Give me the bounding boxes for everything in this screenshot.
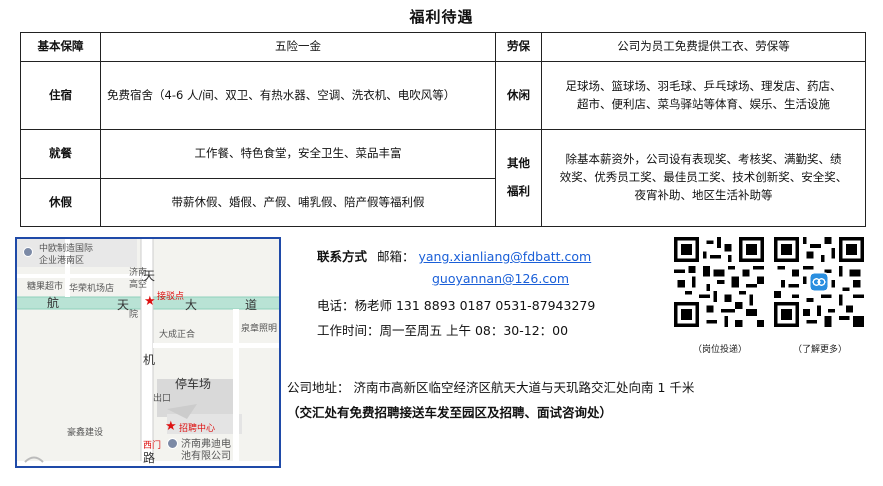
page-title: 福利待遇 xyxy=(409,8,474,26)
phone-text: 电话：杨老师 131 8893 0187 0531-87943279 xyxy=(317,298,596,313)
email-label: 邮箱： xyxy=(377,249,415,264)
map-label-parking: 停车场 xyxy=(175,377,212,391)
map-label-pickup: 接驳点 xyxy=(157,292,185,302)
map-label-haoyi: 豪鑫建设 xyxy=(67,428,104,438)
map-label-quanzhi: 泉章照明 xyxy=(241,324,278,334)
location-map[interactable]: 中欧制造国际 企业港南区 糖果超市 华荣机场店 航 天 大 道 天 机 路 济南… xyxy=(15,237,281,468)
map-label-zone2: 企业港南区 xyxy=(39,256,85,266)
cell-housing-value: 免费宿舍（4-6 人/间、双卫、有热水器、空调、洗衣机、电吹风等） xyxy=(100,61,496,130)
compass-icon xyxy=(24,456,44,463)
cell-leave-label: 休假 xyxy=(20,178,101,227)
map-road-da: 大 xyxy=(185,298,198,312)
map-label-company2: 池有限公司 xyxy=(181,451,231,462)
map-label-kong: 高空 xyxy=(129,280,148,290)
pickup-marker-icon: ★ xyxy=(144,294,156,309)
email-link-1[interactable]: yang.xianliang@fdbatt.com xyxy=(419,249,592,264)
map-road-tian: 天 xyxy=(117,298,130,312)
map-label-yuan: 院 xyxy=(129,310,139,320)
leisure-line-1: 足球场、篮球场、羽毛球、乒乓球场、理发店、药店、 xyxy=(565,78,842,93)
cell-labor-label: 劳保 xyxy=(495,32,542,62)
map-road-lu: 路 xyxy=(143,451,156,465)
recruit-marker-icon: ★ xyxy=(165,419,177,434)
leisure-line-2: 超市、便利店、菜鸟驿站等体育、娱乐、生活设施 xyxy=(577,96,830,111)
cell-other-value: 除基本薪资外，公司设有表现奖、考核奖、满勤奖、绩 效奖、优秀员工奖、最佳员工奖、… xyxy=(541,129,866,227)
company-pin-icon xyxy=(167,438,178,449)
other-line-2: 效奖、优秀员工奖、最佳员工奖、技术创新奖、安全奖、 xyxy=(559,170,848,185)
map-label-supermarket: 糖果超市 xyxy=(27,282,64,292)
other-label-2: 福利 xyxy=(507,184,530,198)
map-label-dacheng: 大成正合 xyxy=(159,330,196,340)
map-label-exit: 出口 xyxy=(153,394,172,404)
email-link-2[interactable]: guoyannan@126.com xyxy=(432,271,569,286)
cell-basic-value: 五险一金 xyxy=(100,32,496,62)
qr-caption-apply: （岗位投递） xyxy=(693,345,748,355)
cell-leisure-value: 足球场、篮球场、羽毛球、乒乓球场、理发店、药店、 超市、便利店、菜鸟驿站等体育、… xyxy=(541,61,866,130)
other-line-3: 夜宵补助、地区生活补助等 xyxy=(634,187,773,202)
welfare-table: 基本保障 五险一金 劳保 公司为员工免费提供工衣、劳保等 住宿 免费宿舍（4-6… xyxy=(20,32,866,227)
shuttle-note: （交汇处有免费招聘接送车发至园区及招聘、面试咨询处） xyxy=(287,405,613,420)
map-road-ji: 机 xyxy=(143,353,156,367)
cell-basic-label: 基本保障 xyxy=(20,32,101,62)
poi-pin xyxy=(23,247,33,257)
email-row-2: guoyannan@126.com xyxy=(432,271,569,286)
cell-leave-value: 带薪休假、婚假、产假、哺乳假、陪产假等福利假 xyxy=(100,178,496,227)
contact-label: 联系方式 xyxy=(317,249,368,264)
email-row: 联系方式 邮箱： yang.xianliang@fdbatt.com xyxy=(317,246,591,265)
qr-caption-more: （了解更多） xyxy=(793,345,848,355)
map-road-hang: 航 xyxy=(47,296,60,310)
other-line-1: 除基本薪资外，公司设有表现奖、考核奖、满勤奖、绩 xyxy=(565,152,842,167)
map-label-shop: 华荣机场店 xyxy=(69,284,115,294)
cell-meal-label: 就餐 xyxy=(20,129,101,179)
qr-code-apply[interactable] xyxy=(674,237,764,327)
other-label-1: 其他 xyxy=(507,156,530,171)
map-road-dao: 道 xyxy=(245,298,258,312)
cell-other-label: 其他 福利 xyxy=(495,129,542,227)
address-text: 公司地址： 济南市高新区临空经济区航天大道与天玑路交汇处向南 1 千米 xyxy=(287,380,695,395)
cell-leisure-label: 休闲 xyxy=(495,61,542,130)
map-label-westgate: 西门 xyxy=(143,441,162,451)
cell-housing-label: 住宿 xyxy=(20,61,101,130)
hours-text: 工作时间：周一至周五 上午 08：30-12：00 xyxy=(317,323,569,338)
cell-labor-value: 公司为员工免费提供工衣、劳保等 xyxy=(541,32,866,62)
qr-code-more[interactable] xyxy=(774,237,864,327)
map-label-recruit: 招聘中心 xyxy=(179,424,216,434)
cell-meal-value: 工作餐、特色食堂，安全卫生、菜品丰富 xyxy=(100,129,496,179)
